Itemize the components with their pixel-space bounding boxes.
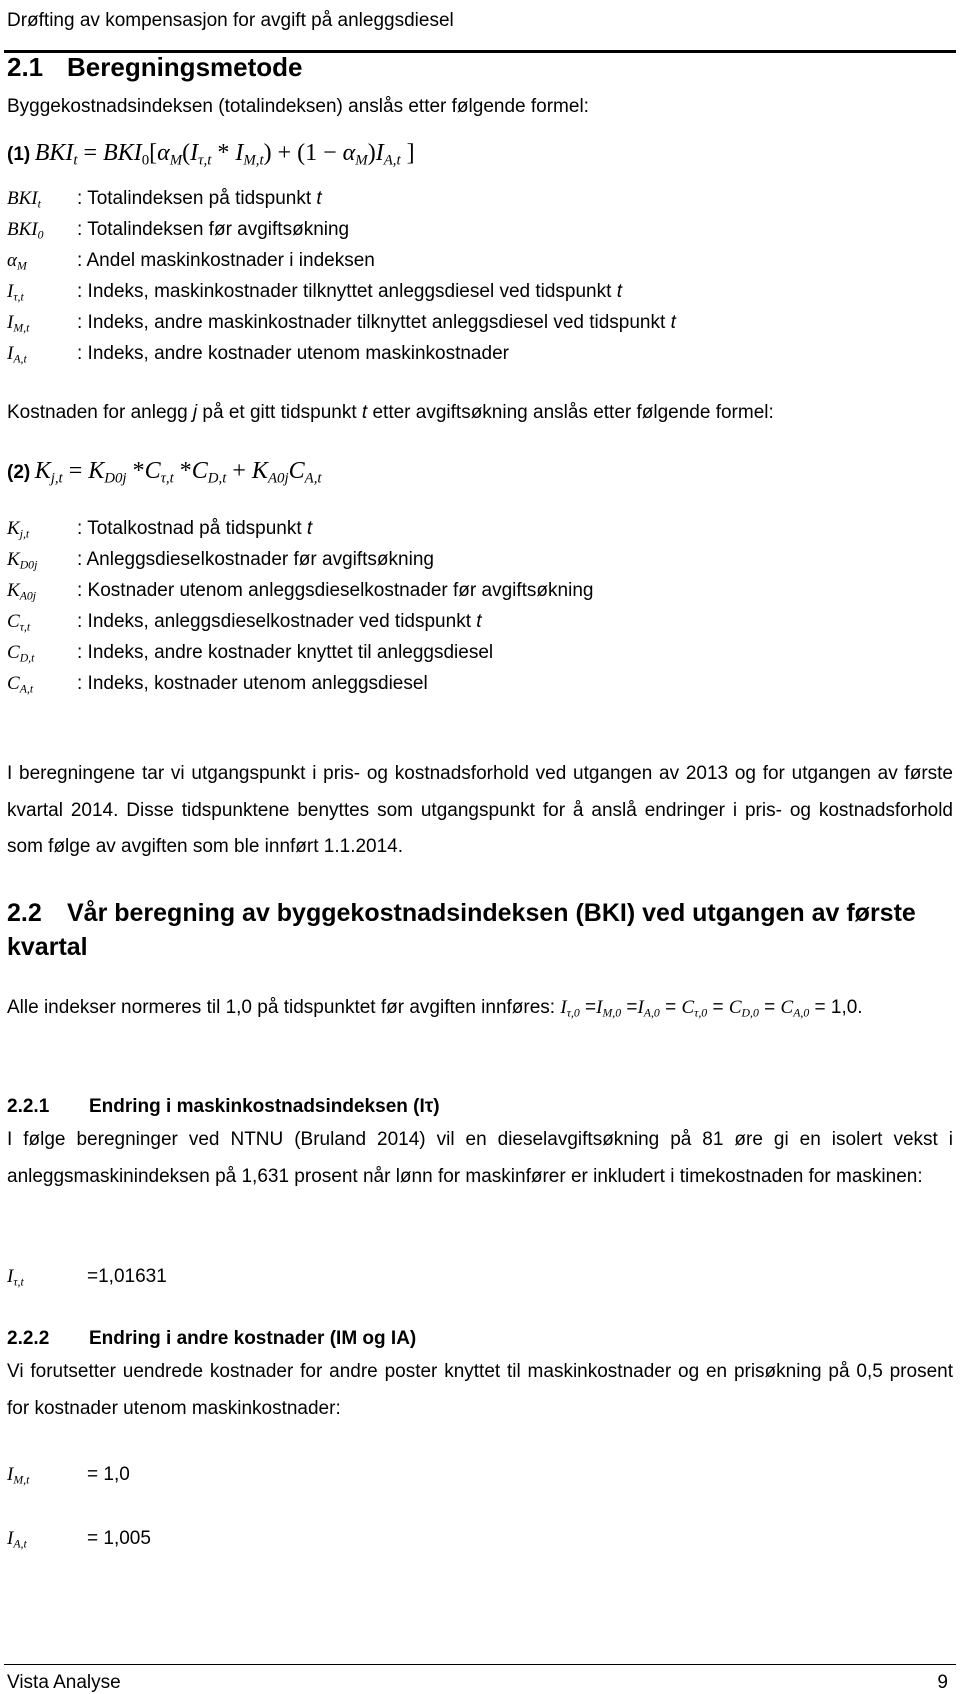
definition-row: CD,t : Indeks, andre kostnader knyttet ti…: [7, 642, 493, 666]
formula-label: (1): [7, 144, 31, 165]
footer-rule: [4, 1664, 956, 1665]
intro-text: Byggekostnadsindeksen (totalindeksen) an…: [7, 96, 589, 117]
definition-symbol: αM: [7, 250, 27, 273]
formula-label: (2): [7, 462, 31, 483]
value-row: IA,t = 1,005: [7, 1528, 151, 1552]
section-heading-2-1: 2.1 Beregningsmetode: [7, 52, 303, 83]
value: = 1,0: [87, 1464, 130, 1485]
intro-text-2: Kostnaden for anlegg j på et gitt tidspu…: [7, 402, 774, 423]
definition-row: BKI0 : Totalindeksen før avgiftsøkning: [7, 219, 349, 243]
page-number: 9: [937, 1672, 948, 1693]
definition-symbol: KD0j: [7, 549, 38, 572]
footer-left: Vista Analyse: [7, 1672, 121, 1693]
definition-row: αM : Andel maskinkostnader i indeksen: [7, 250, 375, 274]
section-number: 2.2: [7, 899, 42, 927]
section-title: Beregningsmetode: [67, 52, 303, 82]
formula-1: (1) BKIt = BKI0[αM(Iτ,t * IM,t) + (1 − α…: [7, 140, 415, 169]
definition-text: : Indeks, andre kostnader knyttet til an…: [77, 642, 494, 663]
definition-symbol: Cτ,t: [7, 611, 31, 634]
section-number: 2.1: [7, 52, 44, 82]
paragraph: I følge beregninger ved NTNU (Bruland 20…: [7, 1129, 953, 1187]
formula-2: (2) Kj,t = KD0j *Cτ,t *CD,t + KA0jCA,t: [7, 458, 322, 487]
section-heading-2-2-1: 2.2.1 Endring i maskinkostnadsindeksen (I…: [7, 1096, 440, 1118]
section-heading-2-2-2: 2.2.2 Endring i andre kostnader (IM og IA…: [7, 1328, 416, 1350]
definition-symbol: KA0j: [7, 580, 37, 603]
definition-symbol: Iτ,t: [7, 281, 24, 304]
definition-text: : Indeks, andre maskinkostnader tilknytt…: [77, 312, 676, 333]
definition-text: : Kostnader utenom anleggsdieselkostnade…: [77, 580, 594, 601]
definition-row: KA0j : Kostnader utenom anleggsdieselkost…: [7, 580, 593, 604]
symbol-subscript: A,t: [13, 1537, 27, 1551]
value-row: Iτ,t =1,01631: [7, 1266, 167, 1290]
value: = 1,005: [87, 1528, 151, 1549]
definition-text: : Anleggsdieselkostnader før avgiftsøkni…: [77, 549, 434, 570]
definition-text: : Totalindeksen på tidspunkt t: [77, 188, 322, 209]
definition-symbol: BKIt: [7, 188, 41, 211]
definition-text: : Totalkostnad på tidspunkt t: [77, 518, 313, 539]
definition-text: : Indeks, kostnader utenom anleggsdiesel: [77, 673, 428, 694]
symbol-subscript: τ,t: [13, 1275, 24, 1289]
definition-symbol: CA,t: [7, 673, 34, 696]
paragraph: Vi forutsetter uendrede kostnader for an…: [7, 1361, 953, 1419]
definition-text: : Indeks, andre kostnader utenom maskink…: [77, 343, 509, 364]
definition-symbol: CD,t: [7, 642, 35, 665]
section-heading-2-2: 2.2 Vår beregning av byggekostnadsindekse…: [7, 896, 953, 964]
definition-symbol: IA,t: [7, 343, 27, 366]
formula-expression: Kj,t = KD0j *Cτ,t *CD,t + KA0jCA,t: [34, 458, 322, 487]
section-title: Endring i andre kostnader (IM og IA): [89, 1328, 417, 1349]
definition-symbol: BKI0: [7, 219, 44, 242]
section-title: Vår beregning av byggekostnadsindeksen (…: [7, 899, 916, 961]
paragraph: Alle indekser normeres til 1,0 på tidspu…: [7, 997, 863, 1020]
definition-row: Kj,t : Totalkostnad på tidspunkt t: [7, 518, 312, 542]
definition-row: BKIt : Totalindeksen på tidspunkt t: [7, 188, 322, 212]
definition-row: KD0j : Anleggsdieselkostnader før avgifts…: [7, 549, 434, 573]
section-number: 2.2.2: [7, 1328, 50, 1349]
definition-text: : Indeks, maskinkostnader tilknyttet anl…: [77, 281, 622, 302]
section-number: 2.2.1: [7, 1096, 50, 1117]
definition-row: IM,t : Indeks, andre maskinkostnader tilk…: [7, 312, 676, 336]
definition-row: Iτ,t : Indeks, maskinkostnader tilknyttet…: [7, 281, 622, 305]
section-title: Endring i maskinkostnadsindeksen (Iτ): [89, 1096, 440, 1117]
definition-row: CA,t : Indeks, kostnader utenom anleggsdi…: [7, 673, 428, 697]
definition-symbol: IM,t: [7, 312, 30, 335]
symbol-subscript: M,t: [13, 1473, 30, 1487]
definition-text: : Totalindeksen før avgiftsøkning: [77, 219, 350, 240]
definition-row: Cτ,t : Indeks, anleggsdieselkostnader ved…: [7, 611, 482, 635]
running-header: Drøfting av kompensasjon for avgift på a…: [7, 10, 454, 31]
definition-symbol: Kj,t: [7, 518, 30, 541]
value: =1,01631: [87, 1266, 167, 1287]
value-row: IM,t = 1,0: [7, 1464, 130, 1488]
definition-text: : Indeks, anleggsdieselkostnader ved tid…: [77, 611, 482, 632]
paragraph: I beregningene tar vi utgangspunkt i pri…: [7, 763, 953, 857]
definition-text: : Andel maskinkostnader i indeksen: [77, 250, 375, 271]
definition-row: IA,t : Indeks, andre kostnader utenom mas…: [7, 343, 509, 367]
formula-expression: BKIt = BKI0[αM(Iτ,t * IM,t) + (1 − αM)IA…: [34, 140, 415, 169]
